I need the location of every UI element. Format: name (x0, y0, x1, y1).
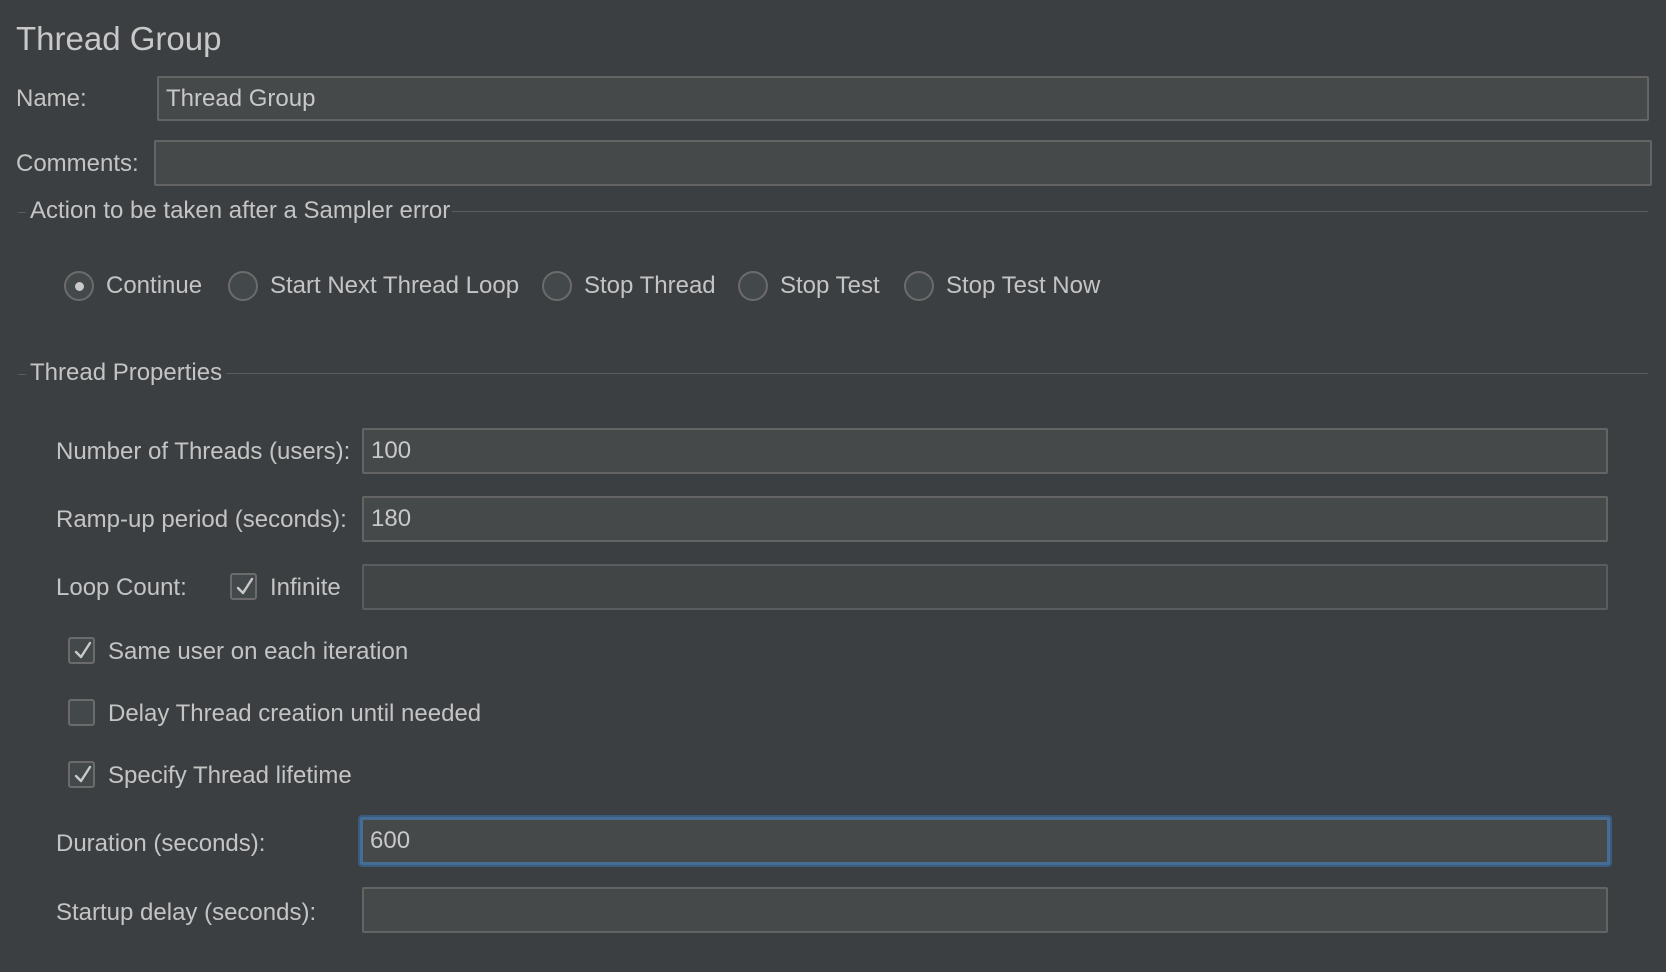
stop-thread-label[interactable]: Stop Thread (584, 272, 716, 300)
start-next-thread-loop-label[interactable]: Start Next Thread Loop (270, 272, 519, 300)
section-divider (18, 374, 26, 375)
stop-test-now-radio[interactable] (904, 271, 934, 301)
check-icon (74, 641, 92, 659)
rampup-label: Ramp-up period (seconds): (56, 506, 347, 533)
startup-delay-input[interactable] (362, 887, 1608, 933)
delay-creation-checkbox[interactable] (68, 699, 95, 726)
same-user-label[interactable]: Same user on each iteration (108, 638, 408, 666)
check-icon (74, 765, 92, 783)
same-user-checkbox[interactable] (68, 637, 95, 664)
name-label: Name: (16, 85, 87, 112)
infinite-label[interactable]: Infinite (270, 574, 341, 602)
stop-thread-radio[interactable] (542, 271, 572, 301)
continue-radio[interactable] (64, 271, 94, 301)
stop-test-now-label[interactable]: Stop Test Now (946, 272, 1100, 300)
name-input[interactable]: Thread Group (157, 76, 1649, 121)
section-divider (18, 212, 26, 213)
stop-test-radio[interactable] (738, 271, 768, 301)
specify-lifetime-checkbox[interactable] (68, 761, 95, 788)
rampup-input[interactable]: 180 (362, 496, 1608, 542)
loop-count-label: Loop Count: (56, 574, 187, 601)
startup-delay-label: Startup delay (seconds): (56, 899, 317, 926)
infinite-checkbox[interactable] (230, 573, 257, 600)
thread-properties-section-label: Thread Properties (30, 359, 223, 386)
comments-label: Comments: (16, 150, 139, 177)
loop-count-input[interactable] (362, 564, 1608, 610)
delay-creation-label[interactable]: Delay Thread creation until needed (108, 700, 481, 728)
num-threads-label: Number of Threads (users): (56, 438, 351, 465)
section-divider (452, 211, 1648, 212)
panel-title: Thread Group (16, 20, 222, 57)
duration-label: Duration (seconds): (56, 830, 266, 857)
stop-test-label[interactable]: Stop Test (780, 272, 880, 300)
start-next-thread-loop-radio[interactable] (228, 271, 258, 301)
duration-input[interactable]: 600 (360, 817, 1610, 865)
specify-lifetime-label[interactable]: Specify Thread lifetime (108, 762, 352, 790)
continue-radio-label[interactable]: Continue (106, 272, 202, 300)
comments-input[interactable] (154, 140, 1652, 186)
check-icon (236, 577, 254, 595)
num-threads-input[interactable]: 100 (362, 428, 1608, 474)
section-divider (226, 373, 1648, 374)
sampler-error-section-label: Action to be taken after a Sampler error (30, 197, 451, 224)
